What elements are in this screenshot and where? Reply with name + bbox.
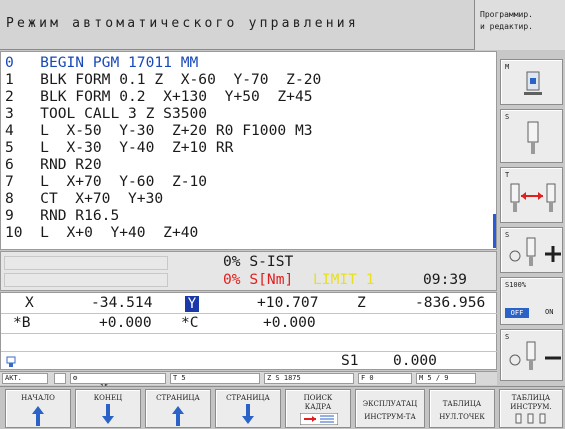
axis-row-divider (1, 333, 498, 334)
program-line[interactable]: 3 TOOL CALL 3 Z S3500 (5, 106, 207, 122)
axis-x-value: -34.514 (91, 294, 153, 311)
spindle-plus-button[interactable]: S (500, 227, 563, 273)
softkey-page-down[interactable]: СТРАНИЦА (215, 389, 281, 428)
side-softkeys: M S T S S100% OFF ON S (498, 51, 565, 385)
program-listing[interactable]: 0 BEGIN PGM 17011 MM 1 BLK FORM 0.1 Z X-… (0, 51, 497, 250)
spindle-s1-value: 0.000 (393, 352, 437, 369)
axis-b-label: *B (13, 314, 31, 331)
axis-positions: X -34.514 Y +10.707 Z -836.956 *B +0.000… (0, 292, 498, 370)
program-line[interactable]: 0 BEGIN PGM 17011 MM (5, 55, 198, 71)
info-row: АКТ. ⚙15 T 5 Z S 1875 F 0 M 5 / 9 (0, 371, 497, 391)
override-off-toggle[interactable]: OFF (505, 308, 529, 318)
mode-header: Режим автоматического управления Програм… (0, 0, 565, 50)
axis-x-label: X (25, 294, 34, 311)
softkey-datum-table[interactable]: ТАБЛИЦА НУЛ.ТОЧЕК (429, 389, 495, 428)
axis-y-label: Y (185, 296, 199, 312)
tool-axis-icon (510, 183, 556, 212)
scroll-position-marker[interactable] (493, 214, 496, 248)
operating-mode-title: Режим автоматического управления (6, 16, 359, 31)
feed-override-text: 0% S-IST (223, 253, 294, 270)
softkey-tool-table[interactable]: ТАБЛИЦА ИНСТРУМ. (499, 389, 563, 428)
program-line[interactable]: 8 CT X+70 Y+30 (5, 191, 163, 207)
program-line[interactable]: 9 RND R16.5 (5, 208, 119, 224)
program-line[interactable]: 10 L X+0 Y+40 Z+40 (5, 225, 198, 241)
softkey-tool-usage[interactable]: ЭКСПЛУАТАЦ ИНСТРУМ-ТА (355, 389, 425, 428)
arrow-up-icon (32, 406, 44, 414)
tool-table-icon (515, 413, 546, 424)
softkey-end[interactable]: КОНЕЦ (75, 389, 141, 428)
tool-axis-button[interactable]: T (500, 167, 563, 223)
spindle-override-text: 0% S[Nm] (223, 271, 294, 288)
active-tool: T 5 (170, 373, 260, 384)
spindle-plus-icon (509, 237, 561, 266)
arrow-up-icon (172, 406, 184, 414)
axis-z-label: Z (357, 294, 366, 311)
tool-indicator-icon (5, 353, 19, 367)
programming-mode-line1: Программир. (480, 10, 533, 19)
spindle-speed: Z S 1875 (264, 373, 354, 384)
softkey-begin[interactable]: НАЧАЛО (5, 389, 71, 428)
softkey-page-up[interactable]: СТРАНИЦА (145, 389, 211, 428)
active-mode: АКТ. (2, 373, 48, 384)
program-line[interactable]: 2 BLK FORM 0.2 X+130 Y+50 Z+45 (5, 89, 313, 105)
feed-override-bar (4, 256, 168, 270)
program-line[interactable]: 1 BLK FORM 0.1 Z X-60 Y-70 Z-20 (5, 72, 321, 88)
status-overrides: 0% S-IST 0% S[Nm] LIMIT 1 09:39 (0, 251, 497, 291)
override-on-toggle[interactable]: ON (545, 308, 553, 316)
tool-icon (527, 121, 539, 154)
axis-z-value: -836.956 (415, 294, 486, 311)
program-line[interactable]: 4 L X-50 Y-30 Z+20 R0 F1000 M3 (5, 123, 313, 139)
program-line[interactable]: 5 L X-30 Y-40 Z+10 RR (5, 140, 233, 156)
axis-c-value: +0.000 (263, 314, 316, 331)
m-functions: M 5 / 9 (416, 373, 476, 384)
feed-rate: F 0 (358, 373, 412, 384)
spindle-minus-icon (509, 341, 561, 370)
axis-y-value: +10.707 (257, 294, 319, 311)
arrow-down-icon (102, 416, 114, 424)
program-line[interactable]: 6 RND R20 (5, 157, 102, 173)
gear-icon: ⚙ (73, 374, 78, 382)
block-search-icon (300, 413, 338, 425)
program-line[interactable]: 7 L X+70 Y-60 Z-10 (5, 174, 207, 190)
tool-radius: ⚙15 (70, 373, 166, 391)
spindle-override-button[interactable]: S100% OFF ON (500, 277, 563, 325)
limit-indicator: LIMIT 1 (313, 271, 375, 288)
spindle-tool-button[interactable]: S (500, 109, 563, 163)
spindle-minus-button[interactable]: S (500, 329, 563, 381)
programming-mode-indicator[interactable]: Программир. и редактир. (474, 0, 565, 50)
axis-b-value: +0.000 (99, 314, 152, 331)
clock-time: 09:39 (423, 271, 467, 288)
softkey-bar: НАЧАЛО КОНЕЦ СТРАНИЦА СТРАНИЦА ПОИСК КАД… (0, 386, 565, 429)
info-box (54, 373, 66, 384)
machine-mode-button[interactable]: M (500, 59, 563, 105)
spindle-s1-label: S1 (341, 352, 359, 369)
machine-icon (524, 71, 542, 95)
spindle-override-bar (4, 273, 168, 287)
softkey-block-search[interactable]: ПОИСК КАДРА (285, 389, 351, 428)
axis-row-divider (1, 313, 498, 314)
programming-mode-line2: и редактир. (480, 22, 533, 31)
axis-c-label: *C (181, 314, 199, 331)
arrow-down-icon (242, 416, 254, 424)
